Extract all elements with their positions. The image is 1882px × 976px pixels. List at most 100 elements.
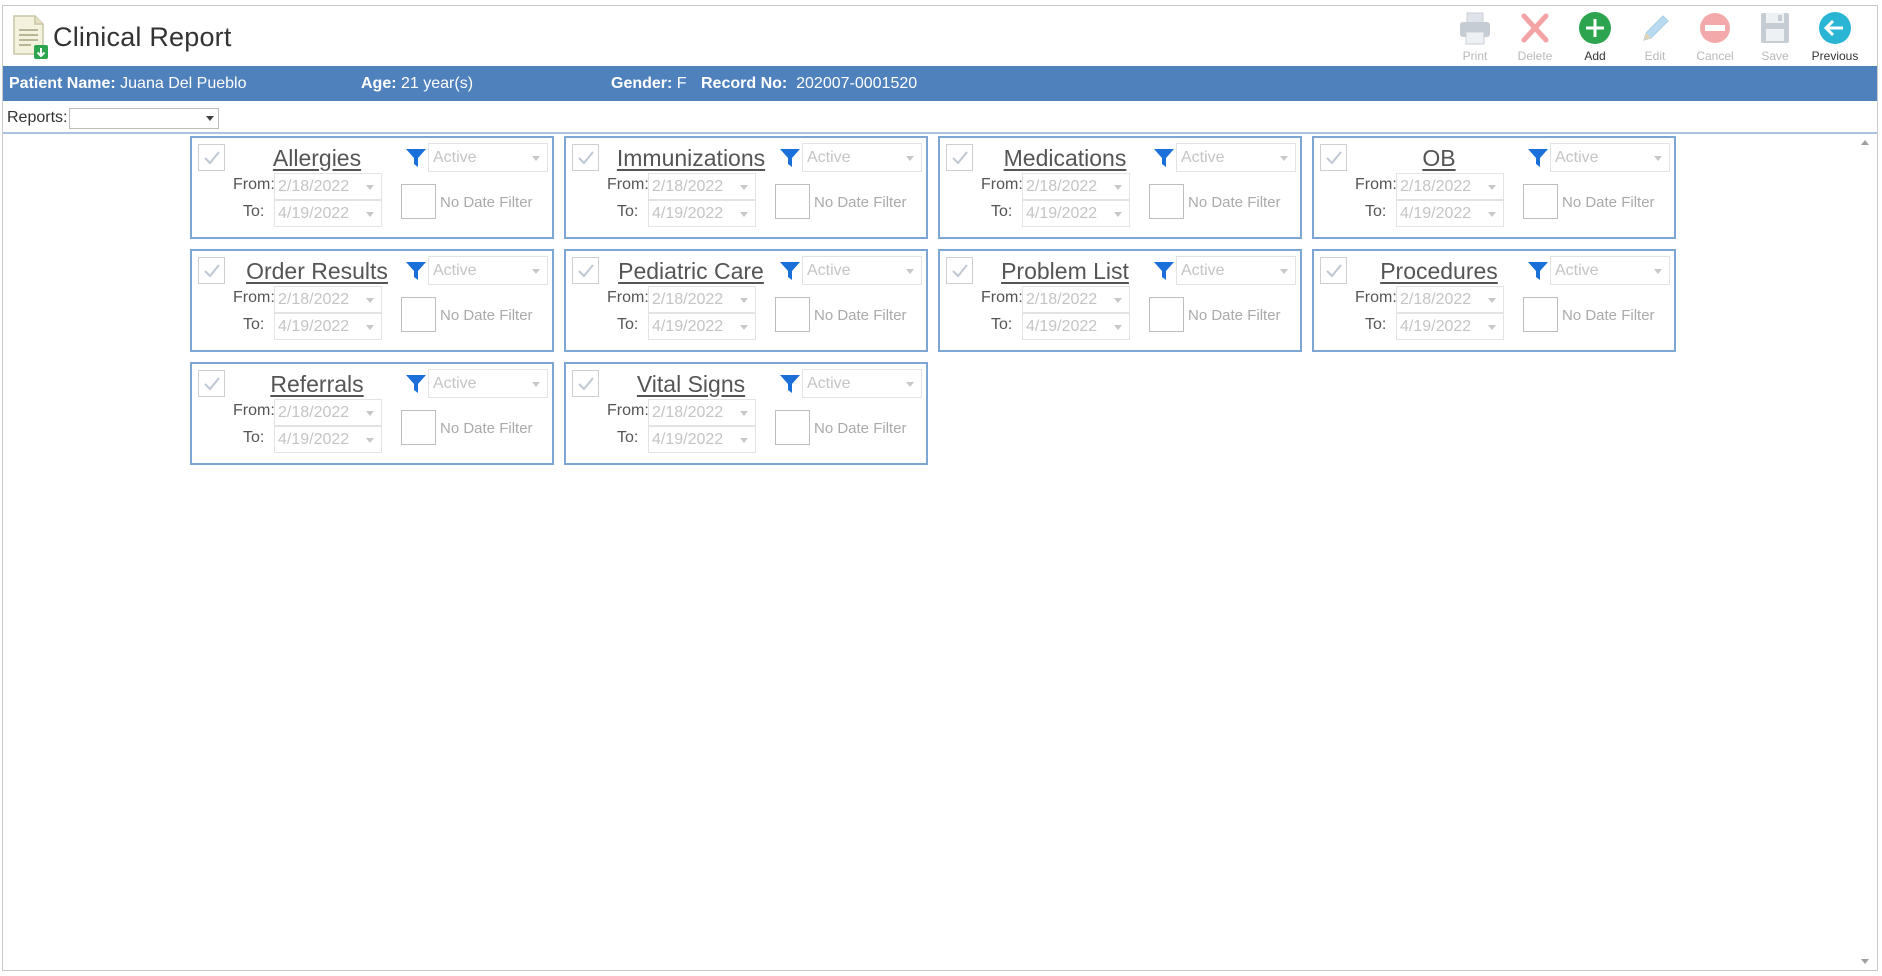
section-title-link[interactable]: Medications xyxy=(980,145,1150,172)
to-date-picker[interactable]: 4/19/2022 xyxy=(1022,313,1130,340)
no-date-filter-checkbox[interactable] xyxy=(1149,297,1184,332)
include-checkbox[interactable] xyxy=(198,370,225,397)
record-number-value: 202007-0001520 xyxy=(796,75,918,92)
no-date-filter-checkbox[interactable] xyxy=(1523,184,1558,219)
include-checkbox[interactable] xyxy=(198,257,225,284)
status-value: Active xyxy=(807,262,851,279)
from-date-picker[interactable]: 2/18/2022 xyxy=(1396,173,1504,200)
print-button[interactable]: Print xyxy=(1445,10,1505,66)
section-title-link[interactable]: Immunizations xyxy=(606,145,776,172)
to-date-picker[interactable]: 4/19/2022 xyxy=(1396,200,1504,227)
section-title-link[interactable]: Problem List xyxy=(980,258,1150,285)
from-label: From: xyxy=(1355,289,1397,306)
from-date-value: 2/18/2022 xyxy=(278,404,350,421)
include-checkbox[interactable] xyxy=(1320,144,1347,171)
no-date-filter-label: No Date Filter xyxy=(814,194,907,211)
filter-icon[interactable] xyxy=(1526,146,1550,170)
filter-icon[interactable] xyxy=(778,146,802,170)
to-date-picker[interactable]: 4/19/2022 xyxy=(648,200,756,227)
chevron-down-icon xyxy=(1488,298,1496,303)
section-title-link[interactable]: Order Results xyxy=(232,258,402,285)
to-date-picker[interactable]: 4/19/2022 xyxy=(274,313,382,340)
add-button[interactable]: Add xyxy=(1565,10,1625,66)
checkmark-icon xyxy=(1326,151,1342,165)
filter-icon[interactable] xyxy=(778,259,802,283)
to-label: To: xyxy=(617,429,639,446)
chevron-down-icon xyxy=(1654,269,1662,274)
section-title-link[interactable]: Procedures xyxy=(1354,258,1524,285)
include-checkbox[interactable] xyxy=(572,257,599,284)
from-label: From: xyxy=(233,402,275,419)
cancel-button[interactable]: Cancel xyxy=(1685,10,1745,66)
section-title-link[interactable]: OB xyxy=(1354,145,1524,172)
to-date-picker[interactable]: 4/19/2022 xyxy=(1396,313,1504,340)
filter-icon[interactable] xyxy=(404,146,428,170)
filter-icon[interactable] xyxy=(1152,146,1176,170)
status-dropdown[interactable]: Active xyxy=(1176,256,1296,285)
from-date-picker[interactable]: 2/18/2022 xyxy=(274,173,382,200)
from-date-picker[interactable]: 2/18/2022 xyxy=(1022,286,1130,313)
include-checkbox[interactable] xyxy=(572,144,599,171)
status-dropdown[interactable]: Active xyxy=(802,256,922,285)
no-date-filter-checkbox[interactable] xyxy=(401,184,436,219)
status-dropdown[interactable]: Active xyxy=(1550,143,1670,172)
previous-button[interactable]: Previous xyxy=(1805,10,1865,66)
filter-icon[interactable] xyxy=(1152,259,1176,283)
from-date-picker[interactable]: 2/18/2022 xyxy=(274,286,382,313)
no-date-filter-checkbox[interactable] xyxy=(1523,297,1558,332)
from-date-picker[interactable]: 2/18/2022 xyxy=(1022,173,1130,200)
section-title-link[interactable]: Allergies xyxy=(232,145,402,172)
to-date-picker[interactable]: 4/19/2022 xyxy=(1022,200,1130,227)
section-title-link[interactable]: Pediatric Care xyxy=(606,258,776,285)
filter-icon[interactable] xyxy=(778,372,802,396)
chevron-down-icon xyxy=(206,116,214,121)
no-date-filter-checkbox[interactable] xyxy=(1149,184,1184,219)
from-date-picker[interactable]: 2/18/2022 xyxy=(1396,286,1504,313)
include-checkbox[interactable] xyxy=(946,257,973,284)
save-button[interactable]: Save xyxy=(1745,10,1805,66)
to-date-value: 4/19/2022 xyxy=(652,318,724,335)
status-dropdown[interactable]: Active xyxy=(428,143,548,172)
reports-dropdown[interactable] xyxy=(69,108,219,129)
checkmark-icon xyxy=(952,151,968,165)
delete-button[interactable]: Delete xyxy=(1505,10,1565,66)
include-checkbox[interactable] xyxy=(946,144,973,171)
include-checkbox[interactable] xyxy=(198,144,225,171)
filter-icon[interactable] xyxy=(404,372,428,396)
to-date-picker[interactable]: 4/19/2022 xyxy=(274,426,382,453)
edit-button[interactable]: Edit xyxy=(1625,10,1685,66)
status-dropdown[interactable]: Active xyxy=(1550,256,1670,285)
to-date-picker[interactable]: 4/19/2022 xyxy=(648,313,756,340)
from-date-picker[interactable]: 2/18/2022 xyxy=(274,399,382,426)
section-title-link[interactable]: Vital Signs xyxy=(606,371,776,398)
status-value: Active xyxy=(433,149,477,166)
filter-icon[interactable] xyxy=(404,259,428,283)
scroll-down-icon[interactable] xyxy=(1861,959,1869,964)
vertical-scrollbar[interactable] xyxy=(1857,134,1873,970)
to-date-picker[interactable]: 4/19/2022 xyxy=(274,200,382,227)
status-dropdown[interactable]: Active xyxy=(428,256,548,285)
no-date-filter-checkbox[interactable] xyxy=(775,184,810,219)
no-date-filter-checkbox[interactable] xyxy=(401,297,436,332)
no-date-filter-checkbox[interactable] xyxy=(775,297,810,332)
status-dropdown[interactable]: Active xyxy=(802,143,922,172)
to-date-picker[interactable]: 4/19/2022 xyxy=(648,426,756,453)
from-date-picker[interactable]: 2/18/2022 xyxy=(648,286,756,313)
report-section-procedures: Procedures Active From: 2/18/2022 To: 4/… xyxy=(1312,249,1676,352)
to-date-value: 4/19/2022 xyxy=(1026,318,1098,335)
from-date-picker[interactable]: 2/18/2022 xyxy=(648,173,756,200)
include-checkbox[interactable] xyxy=(572,370,599,397)
from-date-picker[interactable]: 2/18/2022 xyxy=(648,399,756,426)
status-dropdown[interactable]: Active xyxy=(802,369,922,398)
scroll-up-icon[interactable] xyxy=(1861,140,1869,145)
reports-label: Reports: xyxy=(7,109,68,126)
checkmark-icon xyxy=(204,377,220,391)
no-date-filter-checkbox[interactable] xyxy=(401,410,436,445)
status-dropdown[interactable]: Active xyxy=(1176,143,1296,172)
no-date-filter-checkbox[interactable] xyxy=(775,410,810,445)
status-dropdown[interactable]: Active xyxy=(428,369,548,398)
section-title-link[interactable]: Referrals xyxy=(232,371,402,398)
include-checkbox[interactable] xyxy=(1320,257,1347,284)
patient-name-field: Patient Name: Juana Del Pueblo xyxy=(9,66,246,101)
filter-icon[interactable] xyxy=(1526,259,1550,283)
